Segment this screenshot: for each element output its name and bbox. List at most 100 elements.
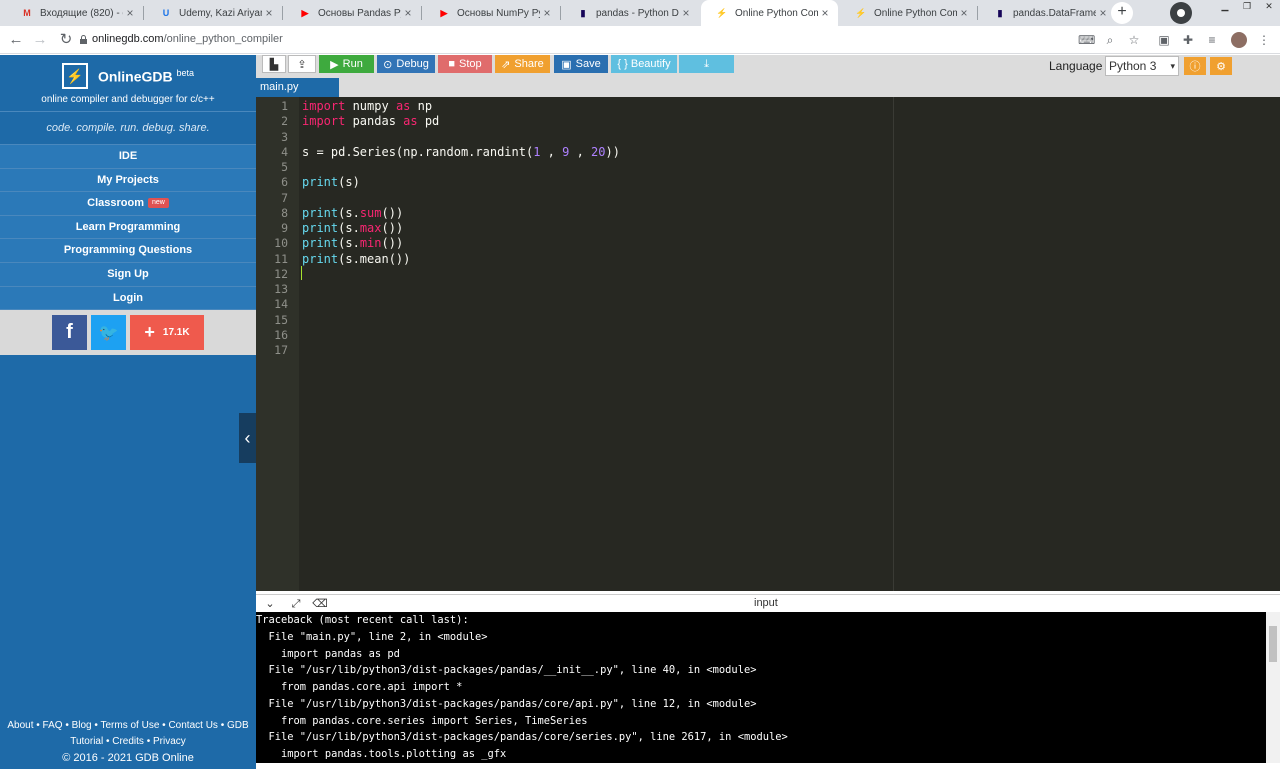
puzzle-icon[interactable]: ✚ <box>1180 32 1196 48</box>
restore-icon[interactable]: ❐ <box>1236 0 1258 12</box>
code-token: print <box>302 251 339 266</box>
tab-title: Online Python Compi <box>874 7 957 19</box>
console-scrollbar[interactable] <box>1266 612 1280 763</box>
sidebar-item-label: Sign Up <box>107 267 149 280</box>
code-token: ()) <box>381 205 404 220</box>
close-window-icon[interactable]: ✕ <box>1258 0 1280 12</box>
sidebar-footer: About • FAQ • Blog • Terms of Use • Cont… <box>0 718 256 769</box>
new-tab-button[interactable]: + <box>1111 2 1133 24</box>
play-icon: ▶ <box>330 58 339 71</box>
sidebar-item-login[interactable]: Login <box>0 286 256 311</box>
forward-icon[interactable]: → <box>30 30 50 50</box>
expand-icon[interactable]: ⤢ <box>288 596 304 612</box>
scrollbar-thumb[interactable] <box>1269 626 1277 662</box>
code-token: numpy <box>345 99 396 113</box>
twitter-share-button[interactable]: 🐦 <box>91 315 126 351</box>
code-token: print <box>302 236 339 251</box>
address-toolbar: ← → ↻ onlinegdb.com/online_python_compil… <box>0 26 1280 54</box>
tab-title: pandas.DataFrame.m <box>1013 7 1096 19</box>
facebook-share-button[interactable]: f <box>52 315 87 351</box>
code-token: pandas <box>345 114 404 129</box>
minimize-icon[interactable]: ▁ <box>1214 0 1236 12</box>
reading-list-icon[interactable]: ≡ <box>1204 32 1220 48</box>
stop-label: Stop <box>459 58 482 70</box>
reload-icon[interactable]: ↻ <box>56 30 76 50</box>
settings-button[interactable]: ⚙ <box>1210 57 1232 75</box>
browser-tab[interactable]: ⚡ Online Python Compi× <box>701 0 838 26</box>
sidebar-item-programming-questions[interactable]: Programming Questions <box>0 239 256 263</box>
browser-tab[interactable]: M Входящие (820) - olel× <box>6 0 143 26</box>
pandas-icon: ▮ <box>580 7 586 18</box>
footer-links[interactable]: About • FAQ • Blog • Terms of Use • Cont… <box>0 718 256 734</box>
zoom-icon[interactable]: ⌕ <box>1102 32 1118 48</box>
code-line: print(s.max()) <box>302 221 403 235</box>
browser-tab[interactable]: U Udemy, Kazi Ariyan и× <box>145 0 282 26</box>
language-select[interactable]: Python 3 ▾ <box>1105 56 1179 76</box>
run-button[interactable]: ▶ Run <box>319 55 374 73</box>
extension-icon[interactable]: ▣ <box>1156 32 1172 48</box>
browser-tab[interactable]: ⚡ Online Python Compi× <box>840 0 977 26</box>
text-cursor <box>301 266 302 280</box>
url-host: onlinegdb.com <box>92 33 164 45</box>
collapse-sidebar-button[interactable]: ‹ <box>239 413 256 463</box>
footer-links-2[interactable]: Tutorial • Credits • Privacy <box>0 734 256 750</box>
console-line: File "/usr/lib/python3/dist-packages/pan… <box>256 697 757 710</box>
tab-separator <box>143 6 144 20</box>
lock-icon[interactable] <box>80 35 87 44</box>
tab-separator <box>977 6 978 20</box>
close-tab-icon[interactable]: × <box>818 6 832 20</box>
share-button[interactable]: ⇗ Share <box>495 55 550 73</box>
stop-button[interactable]: ■ Stop <box>438 55 492 73</box>
sidebar-item-ide[interactable]: IDE <box>0 145 256 169</box>
tab-separator <box>282 6 283 20</box>
share-count-button[interactable]: + 17.1K <box>130 315 204 351</box>
file-tab-main[interactable]: main.py <box>256 78 339 97</box>
browser-tab[interactable]: ▮ pandas.DataFrame.m× <box>979 0 1116 26</box>
downloads-icon[interactable] <box>1170 2 1192 24</box>
close-tab-icon[interactable]: × <box>957 6 971 20</box>
code-line: print(s) <box>302 175 360 189</box>
new-badge: new <box>148 198 169 209</box>
close-tab-icon[interactable]: × <box>540 6 554 20</box>
social-share-bar: f 🐦 + 17.1K <box>0 310 256 356</box>
brand-header[interactable]: ⚡ OnlineGDB beta online compiler and deb… <box>0 55 256 112</box>
back-icon[interactable]: ← <box>6 30 26 50</box>
clear-console-icon[interactable]: ⌫ <box>312 596 328 612</box>
sidebar-item-sign-up[interactable]: Sign Up <box>0 262 256 287</box>
sidebar-item-my-projects[interactable]: My Projects <box>0 168 256 193</box>
new-file-icon[interactable]: ▙ <box>262 55 286 73</box>
ide-toolbar: ▙ ⇪ ▶ Run ⊙ Debug ■ Stop ⇗ Share ▣ Save { } B… <box>256 55 1280 78</box>
save-button[interactable]: ▣ Save <box>554 55 608 73</box>
menu-icon[interactable]: ⋮ <box>1256 32 1272 48</box>
bookmark-star-icon[interactable]: ☆ <box>1126 32 1142 48</box>
beautify-button[interactable]: { } Beautify <box>611 55 677 73</box>
code-editor[interactable]: 1 2 3 4 5 6 7 8 9 10 11 12 13 14 15 16 17 import numpy a… <box>256 97 1280 591</box>
debug-button[interactable]: ⊙ Debug <box>377 55 435 73</box>
sidebar-item-classroom[interactable]: Classroom new <box>0 192 256 216</box>
output-console[interactable]: Traceback (most recent call last): File … <box>256 612 1266 763</box>
close-tab-icon[interactable]: × <box>262 6 276 20</box>
close-tab-icon[interactable]: × <box>123 6 137 20</box>
browser-tab[interactable]: ▮ pandas - Python Data× <box>562 0 699 26</box>
chevron-down-icon[interactable]: ⌄ <box>262 596 278 612</box>
info-button[interactable]: ⓘ <box>1184 57 1206 75</box>
code-token: (s. <box>338 221 360 235</box>
line-number: 3 <box>281 129 288 144</box>
code-token: as <box>395 99 411 113</box>
close-tab-icon[interactable]: × <box>1096 6 1110 20</box>
brand-subtitle: online compiler and debugger for c/c++ <box>41 94 215 105</box>
sidebar-item-learn-programming[interactable]: Learn Programming <box>0 215 256 240</box>
code-token: s = pd.Series(np.random.randint( <box>302 144 534 159</box>
profile-avatar[interactable] <box>1231 32 1247 48</box>
browser-tab[interactable]: ▶ Основы NumPy Pytho× <box>423 0 560 26</box>
download-button[interactable]: ⤓ <box>679 55 734 73</box>
share-icon: ⇗ <box>501 58 511 71</box>
translate-icon[interactable]: ⌨ <box>1078 32 1095 48</box>
address-bar[interactable]: onlinegdb.com/online_python_compiler <box>92 33 283 45</box>
browser-tab[interactable]: ▶ Основы Pandas Pytho× <box>284 0 421 26</box>
beautify-label: { } Beautify <box>617 58 671 70</box>
close-tab-icon[interactable]: × <box>401 6 415 20</box>
code-token: as <box>403 114 418 129</box>
close-tab-icon[interactable]: × <box>679 6 693 20</box>
upload-icon[interactable]: ⇪ <box>288 55 316 73</box>
